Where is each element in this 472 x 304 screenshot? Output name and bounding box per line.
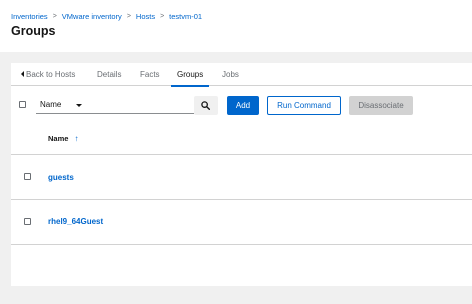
row-checkbox[interactable] [24, 173, 31, 180]
column-header-name[interactable]: Name ↑ [48, 134, 78, 143]
breadcrumb-link-inventories[interactable]: Inventories [11, 12, 48, 21]
tab-back-to-hosts[interactable]: Back to Hosts [21, 63, 75, 86]
row-divider [11, 244, 472, 245]
row-divider [11, 199, 472, 200]
breadcrumb: Inventories > VMware inventory > Hosts >… [11, 12, 202, 21]
column-header-label: Name [48, 134, 69, 143]
chevron-down-icon [76, 104, 82, 107]
tab-back-label: Back to Hosts [26, 70, 76, 79]
search-icon [201, 101, 210, 110]
filter-select-value: Name [40, 100, 62, 109]
breadcrumb-link-hosts[interactable]: Hosts [136, 12, 155, 21]
breadcrumb-link-inventory[interactable]: VMware inventory [62, 12, 122, 21]
tab-jobs[interactable]: Jobs [222, 63, 239, 86]
breadcrumb-separator: > [52, 13, 57, 20]
filter-select[interactable]: Name [36, 96, 88, 114]
caret-left-icon [21, 71, 24, 77]
search-button[interactable] [194, 96, 218, 115]
row-checkbox[interactable] [24, 218, 31, 225]
select-all-checkbox[interactable] [19, 101, 26, 108]
page-title: Groups [11, 24, 56, 38]
breadcrumb-link-host[interactable]: testvm-01 [169, 12, 202, 21]
tab-groups[interactable]: Groups [170, 63, 210, 87]
tab-bar: Back to Hosts Details Facts Groups Jobs [11, 63, 472, 87]
breadcrumb-separator: > [160, 13, 165, 20]
run-command-button[interactable]: Run Command [267, 96, 341, 115]
row-divider [11, 154, 472, 155]
page-header: Inventories > VMware inventory > Hosts >… [0, 0, 472, 52]
groups-card: Back to Hosts Details Facts Groups Jobs … [11, 63, 472, 286]
add-button[interactable]: Add [227, 96, 259, 115]
sort-ascending-icon: ↑ [74, 134, 79, 143]
breadcrumb-separator: > [126, 13, 131, 20]
disassociate-button: Disassociate [349, 96, 413, 115]
group-link-guests[interactable]: guests [48, 173, 74, 182]
group-link-rhel9-64guest[interactable]: rhel9_64Guest [48, 217, 103, 226]
tab-facts[interactable]: Facts [140, 63, 160, 86]
tab-details[interactable]: Details [97, 63, 121, 86]
search-input[interactable] [88, 96, 194, 114]
